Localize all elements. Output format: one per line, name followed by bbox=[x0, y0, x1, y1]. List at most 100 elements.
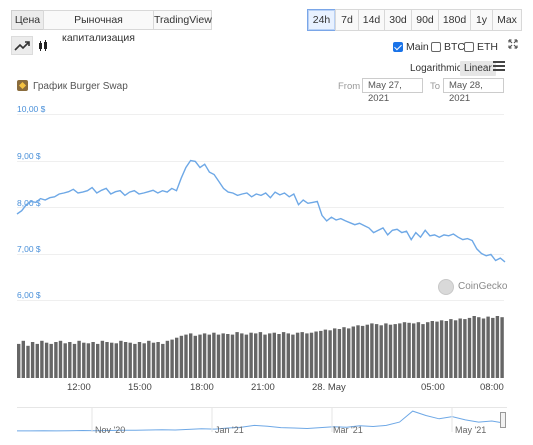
volume-bar bbox=[314, 331, 318, 378]
volume-bar bbox=[286, 333, 290, 378]
price-line bbox=[16, 159, 506, 263]
volume-bar bbox=[235, 332, 239, 378]
volume-bar bbox=[114, 343, 118, 378]
volume-bar bbox=[393, 324, 397, 378]
volume-bar bbox=[453, 320, 458, 378]
volume-bar bbox=[58, 340, 63, 378]
volume-bar bbox=[68, 342, 72, 378]
x-tick-label: 18:00 bbox=[190, 382, 214, 393]
navigator-handle[interactable] bbox=[500, 412, 506, 428]
volume-bar bbox=[72, 343, 77, 378]
volume-bar bbox=[254, 333, 258, 378]
volume-bar bbox=[17, 343, 21, 378]
volume-bar bbox=[82, 342, 86, 378]
volume-bar bbox=[347, 328, 351, 378]
volume-bar bbox=[142, 343, 146, 378]
volume-bar bbox=[105, 342, 109, 378]
volume-bar bbox=[337, 329, 342, 378]
volume-bar bbox=[291, 334, 295, 378]
volume-bar bbox=[463, 319, 467, 378]
volume-bar bbox=[165, 340, 170, 378]
volume-bar bbox=[398, 323, 402, 378]
volume-bar bbox=[439, 320, 444, 378]
volume-bar bbox=[491, 317, 495, 378]
volume-bar bbox=[412, 323, 416, 378]
volume-bar bbox=[258, 332, 263, 378]
volume-bar bbox=[96, 343, 100, 378]
volume-bar bbox=[110, 342, 114, 378]
volume-bar bbox=[226, 334, 230, 378]
volume-bar bbox=[161, 343, 165, 378]
volume-bar bbox=[147, 340, 151, 378]
volume-bar bbox=[467, 317, 472, 378]
volume-bar bbox=[202, 333, 207, 378]
navigator[interactable] bbox=[17, 407, 507, 435]
volume-bar bbox=[100, 340, 105, 378]
volume-bar bbox=[151, 342, 156, 378]
navigator-label: May '21 bbox=[455, 425, 487, 435]
volume-bar bbox=[402, 322, 407, 378]
navigator-label: Jan '21 bbox=[215, 425, 244, 435]
volume-bar bbox=[249, 332, 253, 378]
volume-bar bbox=[240, 333, 244, 378]
volume-bar bbox=[128, 342, 132, 378]
volume-bar bbox=[170, 339, 174, 378]
volume-bar bbox=[449, 319, 453, 378]
volume-bar bbox=[193, 335, 197, 378]
volume-bar bbox=[379, 325, 383, 378]
volume-bar bbox=[351, 326, 355, 378]
volume-bar bbox=[30, 342, 35, 378]
volume-bar bbox=[137, 342, 142, 378]
volume-bar bbox=[21, 340, 25, 378]
volume-bar bbox=[388, 324, 393, 378]
volume-bar bbox=[319, 330, 323, 378]
x-tick-label: 28. May bbox=[312, 382, 346, 393]
volume-bar bbox=[407, 322, 411, 378]
volume-bar bbox=[421, 324, 425, 378]
volume-bar bbox=[500, 317, 504, 378]
volume-bar bbox=[328, 330, 332, 378]
volume-bar bbox=[123, 342, 128, 378]
volume-bar bbox=[244, 334, 249, 378]
volume-bar bbox=[374, 324, 379, 378]
price-chart[interactable] bbox=[0, 0, 533, 445]
volume-bar bbox=[91, 342, 95, 378]
volume-bar bbox=[133, 343, 137, 378]
volume-bar bbox=[221, 333, 225, 378]
volume-bar bbox=[230, 334, 235, 378]
navigator-label: Nov '20 bbox=[95, 425, 126, 435]
volume-bar bbox=[342, 327, 346, 378]
volume-bar bbox=[486, 316, 490, 378]
volume-bar bbox=[430, 321, 434, 378]
volume-bar bbox=[212, 332, 216, 378]
volume-bar bbox=[458, 318, 462, 378]
volume-bar bbox=[86, 343, 91, 378]
x-tick-label: 08:00 bbox=[480, 382, 504, 393]
volume-bar bbox=[175, 337, 179, 378]
x-tick-label: 05:00 bbox=[421, 382, 445, 393]
navigator-label: Mar '21 bbox=[333, 425, 363, 435]
volume-bar bbox=[54, 342, 58, 378]
x-tick-label: 12:00 bbox=[67, 382, 91, 393]
volume-bar bbox=[207, 334, 211, 378]
volume-bar bbox=[356, 325, 360, 378]
volume-bar bbox=[119, 340, 123, 378]
volume-bar bbox=[40, 340, 44, 378]
volume-bar bbox=[179, 335, 184, 378]
volume-bar bbox=[365, 324, 369, 378]
volume-bar bbox=[281, 332, 286, 378]
volume-bar bbox=[370, 323, 374, 378]
volume-bar bbox=[333, 328, 337, 378]
x-tick-label: 21:00 bbox=[251, 382, 275, 393]
volume-bar bbox=[481, 318, 486, 378]
volume-bar bbox=[305, 333, 309, 378]
volume-bar bbox=[472, 316, 476, 378]
volume-bar bbox=[263, 334, 267, 378]
x-tick-label: 15:00 bbox=[128, 382, 152, 393]
volume-bar bbox=[49, 343, 53, 378]
volume-bar bbox=[435, 321, 439, 378]
volume-bar bbox=[268, 333, 272, 378]
volume-bar bbox=[272, 332, 276, 378]
volume-bar bbox=[300, 332, 304, 378]
volume-bar bbox=[416, 322, 421, 378]
